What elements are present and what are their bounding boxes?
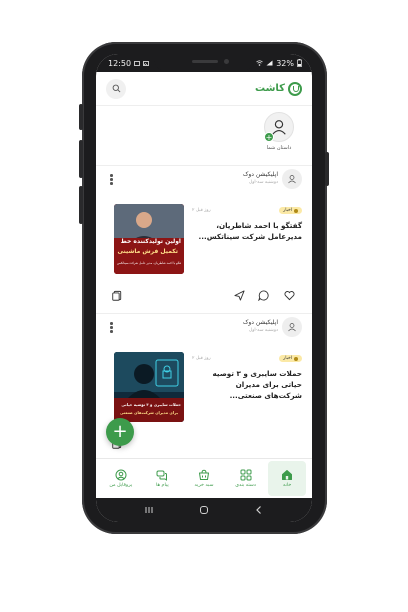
thumb-headline-2: تکمیل فرش ماشینی [117, 248, 178, 255]
nav-label-profile: پروفایل من [109, 483, 133, 488]
battery-icon [297, 59, 302, 67]
my-story-label: داستان شما [266, 145, 292, 151]
thumb-headline-1: حملات سایبری و ۳ توصیه حیاتی [121, 402, 181, 407]
add-story-icon[interactable]: + [264, 132, 274, 142]
home-system-icon[interactable] [199, 505, 209, 515]
power-button [325, 152, 329, 186]
nav-label-messages: پیام ها [156, 483, 169, 488]
news-feed: اپلیکیشن دوک دوشنبه سه-اول اولین تولیدکن… [96, 166, 312, 458]
system-nav-bar [96, 498, 312, 522]
comment-button[interactable] [256, 288, 270, 302]
send-icon [233, 289, 245, 301]
post-author-time: دوشنبه سه-اول [248, 180, 278, 185]
brand: کاشت [255, 81, 302, 96]
image-notification-icon [134, 60, 140, 66]
status-right: 32% [256, 59, 302, 68]
cart-icon [198, 469, 209, 480]
post-thumbnail[interactable]: اولین تولیدکننده خط تکمیل فرش ماشینی گفت… [114, 204, 184, 274]
post-category-tag: اخبار [279, 207, 302, 214]
bixby-button [79, 186, 83, 224]
page: 12:50 32% کاشت + داستان شما اپلیکیشن دوک… [0, 0, 408, 612]
app-screen: 12:50 32% کاشت + داستان شما اپلیکیشن دوک… [96, 54, 312, 522]
stories-bar: + داستان شما [96, 106, 312, 166]
back-icon[interactable] [254, 505, 264, 515]
add-post-button[interactable]: + [106, 418, 134, 446]
author-avatar[interactable] [282, 317, 302, 337]
post-author-time: دوشنبه سه-اول [248, 328, 278, 333]
signal-icon [266, 60, 273, 66]
post-actions [96, 286, 312, 306]
grid-icon [240, 469, 252, 481]
battery-percent: 32% [276, 58, 294, 68]
earpiece [192, 60, 218, 63]
heart-icon [283, 290, 295, 300]
bookmark-icon [111, 290, 121, 301]
nav-item-home[interactable]: خانه [268, 461, 307, 496]
user-icon [288, 323, 296, 332]
brand-logo-icon [288, 81, 302, 96]
post-thumbnail[interactable]: حملات سایبری و ۳ توصیه حیاتی برای مدیران… [114, 352, 184, 422]
front-camera [224, 59, 229, 64]
volume-down-button [79, 140, 83, 178]
tag-dot-icon [294, 208, 298, 213]
recent-apps-icon[interactable] [144, 505, 154, 515]
search-button[interactable] [106, 78, 126, 99]
home-icon [282, 470, 293, 480]
post-title[interactable]: حملات سایبری و ۳ توصیه حیاتی برای مدیران… [198, 368, 302, 401]
like-button[interactable] [282, 288, 296, 302]
tag-label: اخبار [283, 208, 292, 213]
post-title[interactable]: گفتگو با احمد شاطریان، مدیرعامل شرکت سین… [198, 220, 302, 242]
profile-icon [115, 469, 127, 481]
my-story-avatar: + [264, 112, 294, 142]
post-author[interactable]: اپلیکیشن دوک [243, 319, 278, 326]
nav-label-cart: سبد خرید [194, 483, 214, 488]
volume-up-button [79, 104, 83, 130]
wifi-icon [256, 60, 263, 66]
post-header: اپلیکیشن دوک دوشنبه سه-اول [96, 166, 312, 192]
brand-name: کاشت [255, 83, 285, 94]
more-options-icon[interactable] [110, 322, 113, 333]
search-icon [112, 84, 120, 93]
nav-item-cart[interactable]: سبد خرید [185, 461, 223, 496]
share-button[interactable] [232, 288, 246, 302]
comment-icon [257, 289, 269, 301]
nav-item-messages[interactable]: پیام ها [143, 461, 181, 496]
post-date: ۲ روز قبل [192, 208, 211, 213]
bookmark-button[interactable] [110, 288, 124, 302]
more-options-icon[interactable] [110, 174, 113, 185]
camera-notch [154, 54, 254, 72]
thumb-headline-1: اولین تولیدکننده خط [120, 238, 181, 245]
thumb-headline-2: برای مدیران شرکت‌های صنعتی [119, 410, 178, 415]
nav-label-categories: دسته بندی [235, 483, 256, 488]
thumb-caption: گفتگو با احمد شاطریان، مدیر عامل شرکت سی… [117, 261, 181, 265]
author-avatar[interactable] [282, 169, 302, 189]
nav-item-categories[interactable]: دسته بندی [227, 461, 265, 496]
post-date: ۲ روز قبل [192, 356, 211, 361]
post-card[interactable]: اپلیکیشن دوک دوشنبه سه-اول اولین تولیدکن… [96, 166, 312, 314]
nav-item-profile[interactable]: پروفایل من [102, 461, 140, 496]
status-left: 12:50 [108, 59, 149, 68]
post-body[interactable]: حملات سایبری و ۳ توصیه حیاتی برای مدیران… [96, 346, 312, 428]
plus-icon: + [112, 421, 128, 442]
gallery-notification-icon [143, 60, 149, 66]
nav-label-home: خانه [283, 483, 292, 488]
status-time: 12:50 [108, 58, 132, 68]
post-header: اپلیکیشن دوک دوشنبه سه-اول [96, 314, 312, 340]
tag-dot-icon [294, 356, 298, 361]
tag-label: اخبار [283, 356, 292, 361]
app-header: کاشت [96, 72, 312, 106]
chat-icon [156, 470, 168, 481]
user-icon [288, 175, 296, 184]
post-body[interactable]: اولین تولیدکننده خط تکمیل فرش ماشینی گفت… [96, 198, 312, 280]
post-category-tag: اخبار [279, 355, 302, 362]
bottom-nav: پروفایل من پیام ها سبد خرید دسته بندی خا… [96, 458, 312, 498]
my-story[interactable]: + داستان شما [260, 112, 298, 151]
post-author[interactable]: اپلیکیشن دوک [243, 171, 278, 178]
